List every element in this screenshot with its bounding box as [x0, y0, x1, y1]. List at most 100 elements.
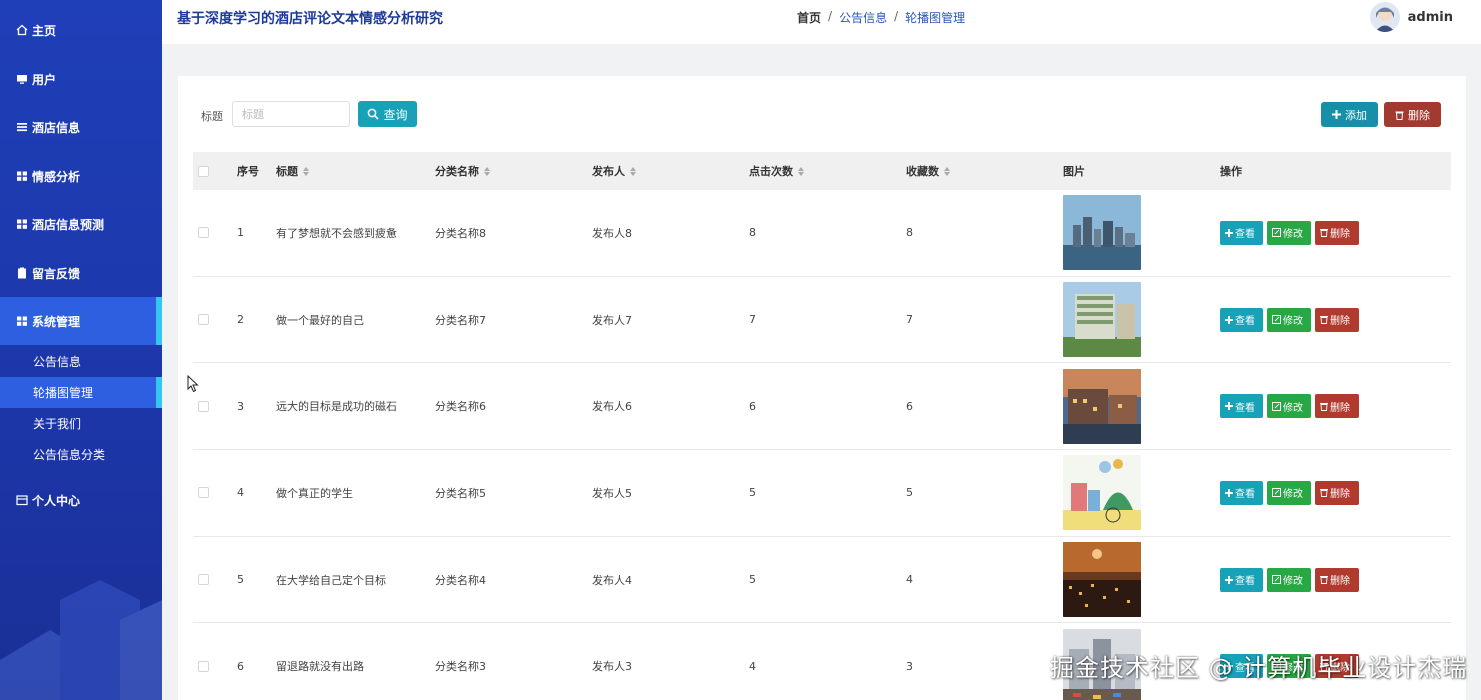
search-icon: [368, 108, 380, 120]
carousel-image[interactable]: [1063, 282, 1141, 358]
breadcrumb-carousel: 轮播图管理: [905, 11, 966, 25]
add-button[interactable]: 添加: [1321, 102, 1378, 127]
table-row: 1 有了梦想就不会感到疲惫 分类名称8 发布人8 8 8 查看 修改 删除: [193, 190, 1451, 277]
select-all-checkbox[interactable]: [198, 152, 209, 190]
sidebar-item-profile[interactable]: 个人中心: [0, 476, 162, 524]
delete-button[interactable]: 删除: [1315, 480, 1359, 505]
cell-title: 留退路就没有出路: [276, 660, 364, 674]
carousel-image[interactable]: [1063, 455, 1141, 531]
table-header: 序号 标题 分类名称 发布人 点击次数 收藏数 图片 操作: [193, 152, 1451, 190]
carousel-image[interactable]: [1063, 195, 1141, 271]
view-button[interactable]: 查看: [1220, 480, 1263, 505]
row-checkbox[interactable]: [198, 450, 209, 536]
edit-icon: [1272, 315, 1281, 325]
cell-clicks: 8: [749, 226, 756, 240]
delete-button[interactable]: 删除: [1315, 220, 1359, 245]
batch-delete-button[interactable]: 删除: [1384, 102, 1441, 127]
cell-image: [1063, 190, 1141, 276]
sidebar-item-home[interactable]: 主页: [0, 6, 162, 54]
column-header-category[interactable]: 分类名称: [435, 152, 490, 190]
breadcrumb: 首页 / 公告信息 / 轮播图管理: [797, 9, 965, 26]
clipboard-icon: [15, 266, 29, 280]
row-checkbox[interactable]: [198, 363, 209, 449]
carousel-table: 序号 标题 分类名称 发布人 点击次数 收藏数 图片 操作 1 有了梦想就不会感…: [193, 152, 1451, 700]
sidebar-item-system[interactable]: 系统管理: [0, 297, 162, 345]
sidebar-item-feedback[interactable]: 留言反馈: [0, 249, 162, 297]
breadcrumb-separator: /: [894, 9, 899, 23]
row-checkbox[interactable]: [198, 537, 209, 623]
cell-no: 6: [237, 659, 244, 673]
trash-icon: [1320, 316, 1328, 324]
title-search-input[interactable]: [232, 101, 350, 127]
sidebar-item-users[interactable]: 用户: [0, 55, 162, 103]
delete-button[interactable]: 删除: [1315, 394, 1359, 419]
sidebar-subitem-announcement[interactable]: 公告信息: [0, 346, 162, 377]
carousel-image[interactable]: [1063, 542, 1141, 618]
column-header-image: 图片: [1063, 165, 1085, 178]
home-icon: [15, 23, 29, 37]
plus-icon: [1225, 488, 1233, 497]
trash-icon: [1395, 111, 1404, 120]
edit-button[interactable]: 修改: [1267, 220, 1311, 245]
cell-category: 分类名称8: [435, 226, 486, 240]
cell-clicks: 5: [749, 486, 756, 500]
row-actions: 查看 修改 删除: [1220, 537, 1359, 623]
sidebar-subitem-about[interactable]: 关于我们: [0, 408, 162, 439]
site-title: 基于深度学习的酒店评论文本情感分析研究: [177, 11, 443, 27]
query-button[interactable]: 查询: [358, 101, 417, 127]
edit-icon: [1272, 401, 1281, 411]
column-header-clicks[interactable]: 点击次数: [749, 152, 804, 190]
content-panel: 标题 查询 添加 删除 序号 标题 分类名称 发布人 点击次数 收藏数 图片 操…: [178, 76, 1466, 700]
sort-icon: [798, 166, 804, 176]
delete-button[interactable]: 删除: [1315, 567, 1359, 592]
sidebar-decoration: [0, 580, 162, 700]
cell-no: 5: [237, 573, 244, 587]
cell-publisher: 发布人3: [592, 660, 632, 674]
view-button[interactable]: 查看: [1220, 220, 1263, 245]
view-button[interactable]: 查看: [1220, 307, 1263, 332]
cell-publisher: 发布人5: [592, 486, 632, 500]
plus-icon: [1225, 402, 1233, 411]
sidebar-item-sentiment[interactable]: 情感分析: [0, 152, 162, 200]
edit-button[interactable]: 修改: [1267, 394, 1311, 419]
sidebar-item-prediction[interactable]: 酒店信息预测: [0, 200, 162, 248]
view-button[interactable]: 查看: [1220, 567, 1263, 592]
edit-button[interactable]: 修改: [1267, 567, 1311, 592]
sidebar-subitem-carousel[interactable]: 轮播图管理: [0, 377, 162, 408]
row-checkbox[interactable]: [198, 190, 209, 276]
card-icon: [15, 493, 29, 507]
column-header-actions: 操作: [1220, 165, 1242, 178]
watermark: 掘金技术社区 @ 计算机毕业设计杰瑞: [1050, 654, 1468, 682]
sort-icon: [484, 166, 490, 176]
row-checkbox[interactable]: [198, 623, 209, 700]
sidebar-item-label: 用户: [32, 72, 57, 87]
row-checkbox[interactable]: [198, 277, 209, 363]
column-header-publisher[interactable]: 发布人: [592, 152, 636, 190]
cell-image: [1063, 277, 1141, 363]
column-header-title[interactable]: 标题: [276, 152, 309, 190]
user-menu[interactable]: admin: [1369, 2, 1453, 32]
avatar: [1369, 2, 1400, 32]
carousel-image[interactable]: [1063, 368, 1141, 444]
edit-button[interactable]: 修改: [1267, 307, 1311, 332]
edit-button[interactable]: 修改: [1267, 480, 1311, 505]
cell-no: 2: [237, 313, 244, 327]
cell-publisher: 发布人6: [592, 400, 632, 414]
row-actions: 查看 修改 删除: [1220, 450, 1359, 536]
cell-publisher: 发布人7: [592, 313, 632, 327]
column-header-favorites[interactable]: 收藏数: [906, 152, 950, 190]
cell-category: 分类名称5: [435, 486, 486, 500]
cell-clicks: 6: [749, 399, 756, 413]
sidebar-subitem-announcement-category[interactable]: 公告信息分类: [0, 439, 162, 470]
breadcrumb-home[interactable]: 首页: [797, 9, 821, 26]
sidebar-item-label: 情感分析: [32, 169, 81, 184]
breadcrumb-announcement[interactable]: 公告信息: [839, 9, 887, 26]
cell-no: 1: [237, 226, 244, 240]
view-button[interactable]: 查看: [1220, 394, 1263, 419]
delete-button[interactable]: 删除: [1315, 307, 1359, 332]
sidebar-item-label: 酒店信息: [32, 120, 81, 135]
sidebar-subitem-label: 轮播图管理: [33, 386, 94, 400]
sidebar-item-hotel-info[interactable]: 酒店信息: [0, 103, 162, 151]
sort-icon: [944, 166, 950, 176]
cell-clicks: 5: [749, 573, 756, 587]
